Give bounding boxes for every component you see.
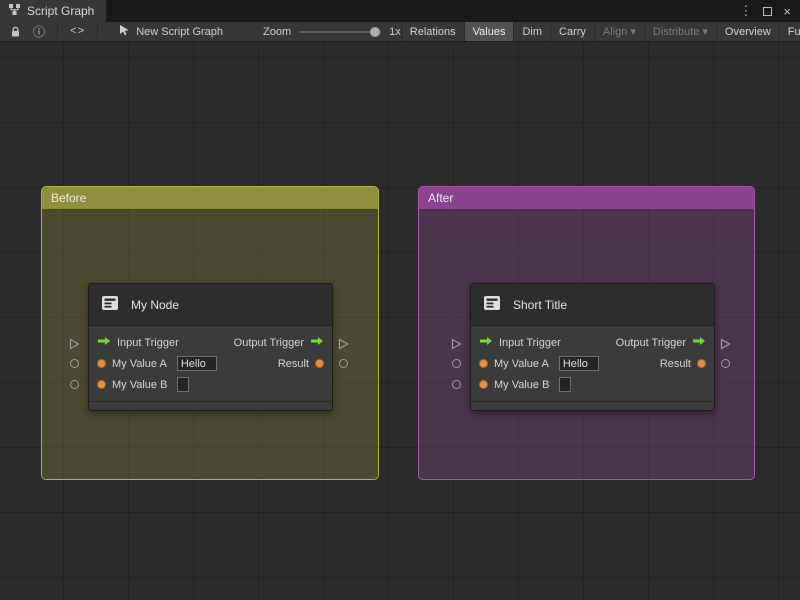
unit-icon [99,292,121,317]
lock-icon[interactable] [4,22,27,41]
value-b-input[interactable] [559,377,572,392]
port-row: My Value B [89,374,332,395]
fullscreen-label: Full Screen [787,25,800,38]
overview-label: Overview [724,25,771,38]
output-trigger-label: Output Trigger [233,336,304,349]
value-port-icon[interactable] [97,359,106,368]
value-port-icon[interactable] [97,380,106,389]
group-after-title: After [428,191,454,205]
node-my-node[interactable]: My Node Input Trigger Output Trigger My … [88,283,333,411]
value-a-port[interactable] [452,359,461,368]
result-port[interactable] [339,359,348,368]
node-title: My Node [131,297,180,312]
node-ports: Input Trigger Output Trigger My Value A … [89,326,332,401]
zoom-control: Zoom 1x [263,26,401,38]
group-before-title: Before [51,191,87,205]
values-label: Values [472,25,506,38]
graph-canvas[interactable]: Before After My Node Input Trigger Outpu… [0,42,800,600]
value-a-label: My Value A [112,357,167,370]
trigger-arrow-icon[interactable] [97,336,111,349]
group-after-header[interactable]: After [419,187,754,209]
node-short-title[interactable]: Short Title Input Trigger Output Trigger… [470,283,715,411]
trigger-arrow-icon[interactable] [310,336,324,349]
relations-label: Relations [409,25,456,38]
zoom-value: 1x [389,25,401,38]
trigger-arrow-icon[interactable] [479,336,493,349]
output-trigger-port[interactable] [720,337,731,355]
node-header[interactable]: My Node [89,284,332,326]
zoom-slider-handle[interactable] [370,26,381,37]
input-trigger-label: Input Trigger [499,336,561,349]
script-graph-icon [8,3,21,19]
port-row: Input Trigger Output Trigger [471,332,714,353]
output-trigger-port[interactable] [338,337,349,355]
carry-button[interactable]: Carry [550,22,594,41]
value-b-port[interactable] [70,380,79,389]
value-b-port[interactable] [452,380,461,389]
toolbar-buttons: Relations Values Dim Carry Align ▾ Distr… [400,22,800,41]
result-label: Result [277,357,309,370]
value-a-input[interactable] [558,356,599,371]
close-icon[interactable]: × [783,4,791,19]
value-b-label: My Value B [112,378,168,391]
maximize-icon[interactable] [763,6,773,16]
toolbar-divider [57,25,59,38]
port-row: My Value A Result [471,353,714,374]
group-before-header[interactable]: Before [42,187,378,209]
distribute-label: Distribute [652,25,700,38]
value-b-label: My Value B [494,378,550,391]
toolbar-divider [97,25,99,38]
pointer-icon [118,24,130,39]
tab-strip: Script Graph ⋮ × [0,0,800,22]
result-label: Result [659,357,691,370]
info-icon[interactable]: ⓘ [27,22,51,41]
value-port-icon[interactable] [479,380,488,389]
tab-script-graph[interactable]: Script Graph [0,0,107,22]
align-dropdown[interactable]: Align ▾ [593,22,644,41]
overview-button[interactable]: Overview [715,22,779,41]
node-header[interactable]: Short Title [471,284,714,326]
dim-label: Dim [522,25,543,38]
zoom-label: Zoom [263,25,292,38]
input-trigger-port[interactable] [451,337,462,355]
tab-title: Script Graph [27,4,95,18]
graph-toolbar: ⓘ <> New Script Graph Zoom 1x Relations … [0,22,800,42]
unit-icon [481,292,503,317]
input-trigger-label: Input Trigger [117,336,179,349]
port-row: My Value A Result [89,353,332,374]
values-button[interactable]: Values [463,22,514,41]
zoom-slider[interactable] [299,26,382,37]
port-row: My Value B [471,374,714,395]
value-port-icon[interactable] [479,359,488,368]
distribute-dropdown[interactable]: Distribute ▾ [643,22,716,41]
node-footer [89,401,332,410]
code-view-icon[interactable]: <> [64,22,91,41]
relations-button[interactable]: Relations [400,22,464,41]
port-row: Input Trigger Output Trigger [89,332,332,353]
dim-button[interactable]: Dim [513,22,550,41]
value-a-input[interactable] [176,356,217,371]
new-script-graph-button[interactable]: New Script Graph [118,24,223,39]
value-a-port[interactable] [70,359,79,368]
chevron-down-icon: ▾ [702,26,708,38]
carry-label: Carry [559,25,586,38]
align-label: Align [602,25,628,38]
node-ports: Input Trigger Output Trigger My Value A … [471,326,714,401]
input-trigger-port[interactable] [69,337,80,355]
fullscreen-button[interactable]: Full Screen [778,22,800,41]
output-trigger-label: Output Trigger [615,336,686,349]
trigger-arrow-icon[interactable] [692,336,706,349]
menu-icon[interactable]: ⋮ [739,3,752,19]
node-title: Short Title [513,297,568,312]
value-b-input[interactable] [177,377,190,392]
value-port-icon[interactable] [315,359,324,368]
value-port-icon[interactable] [697,359,706,368]
node-footer [471,401,714,410]
window-controls: ⋮ × [739,0,800,22]
new-script-graph-label: New Script Graph [136,25,224,38]
chevron-down-icon: ▾ [630,26,636,38]
result-port[interactable] [721,359,730,368]
value-a-label: My Value A [494,357,549,370]
